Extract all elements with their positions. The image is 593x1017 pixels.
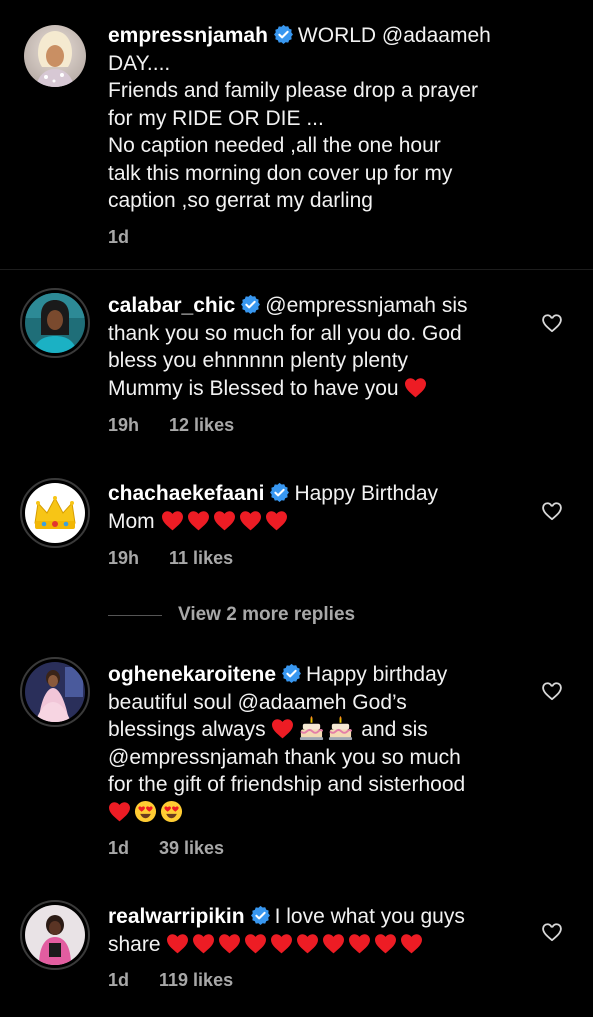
comment-meta: 19h 11 likes [108, 548, 233, 569]
comment-line: and sis [361, 718, 428, 741]
like-heart-icon[interactable] [541, 501, 563, 521]
red-heart-emoji-icon [265, 510, 288, 531]
avatar-empressnjamah[interactable] [24, 25, 86, 87]
comment-line: I love what you guys [274, 905, 465, 928]
comment-line: thank you so much for all you do. God [108, 321, 462, 345]
username[interactable]: chachaekefaani [108, 482, 264, 505]
comment-line: No caption needed ,all the one hour [108, 134, 441, 157]
comment-line: Mom [108, 509, 155, 533]
heart-eyes-emoji-icon [160, 800, 183, 823]
red-heart-emoji-icon [271, 718, 294, 739]
comment-meta: 1d 119 likes [108, 970, 233, 991]
verified-badge-icon [240, 294, 261, 315]
avatar-photo-icon [25, 905, 85, 965]
comment-caption: empressnjamah WORLD @adaameh DAY.... Frie… [0, 0, 593, 270]
red-heart-emoji-icon [213, 510, 236, 531]
red-heart-emoji-icon [270, 933, 293, 954]
avatar-photo-icon [25, 662, 85, 722]
red-heart-emoji-icon [218, 933, 241, 954]
verified-badge-icon [250, 905, 271, 926]
comment-line: for my RIDE OR DIE ... [108, 106, 324, 130]
birthday-cake-emoji-icon [299, 716, 324, 741]
comment-likes[interactable]: 12 likes [169, 415, 234, 435]
comment-line: Mummy is Blessed to have you [108, 376, 399, 400]
comment-line: beautiful soul @adaameh God’s [108, 690, 407, 714]
red-heart-emoji-icon [187, 510, 210, 531]
comment-line[interactable]: @empressnjamah sis [265, 294, 467, 317]
red-heart-emoji-icon [404, 377, 427, 398]
comment-text: oghenekaroitene Happy birthday beautiful … [108, 661, 538, 826]
verified-badge-icon [273, 24, 294, 45]
comment-text: chachaekefaani Happy Birthday Mom [108, 480, 528, 535]
verified-badge-icon [281, 663, 302, 684]
comment-meta: 19h 12 likes [108, 415, 234, 436]
username[interactable]: empressnjamah [108, 24, 268, 47]
comment-text: empressnjamah WORLD @adaameh DAY.... Frie… [108, 22, 548, 215]
red-heart-emoji-icon [108, 801, 131, 822]
comment-line: bless you ehnnnnn plenty plenty [108, 349, 409, 372]
comment-line: talk this morning don cover up for my [108, 161, 453, 185]
red-heart-emoji-icon [322, 933, 345, 954]
comment-meta: 1d [108, 227, 129, 248]
comment-meta: 1d 39 likes [108, 838, 224, 859]
avatar-realwarripikin[interactable] [20, 900, 90, 970]
replies-line [108, 614, 162, 616]
red-heart-emoji-icon [239, 510, 262, 531]
avatar-photo-icon [24, 25, 86, 87]
comment-time: 1d [108, 970, 130, 990]
red-heart-emoji-icon [244, 933, 267, 954]
red-heart-emoji-icon [400, 933, 423, 954]
comment-line: for the gift of friendship and sisterhoo… [108, 773, 466, 796]
comment-time: 19h [108, 548, 140, 568]
red-heart-emoji-icon [296, 933, 319, 954]
red-heart-emoji-icon [166, 933, 189, 954]
heart-eyes-emoji-icon [134, 800, 157, 823]
comment-time: 1d [108, 838, 130, 858]
avatar-photo-icon [25, 293, 85, 353]
username[interactable]: oghenekaroitene [108, 663, 276, 686]
comment-line: WORLD @adaameh [297, 24, 491, 47]
comment-time: 1d [108, 227, 130, 247]
avatar-calabar-chic[interactable] [20, 288, 90, 358]
comment-line: share [108, 932, 161, 956]
comment-line: Friends and family please drop a prayer [108, 79, 479, 102]
comment-line: caption ,so gerrat my darling [108, 189, 373, 212]
red-heart-emoji-icon [192, 933, 215, 954]
comment-line: Happy birthday [306, 663, 448, 686]
comment-line: blessings always [108, 718, 266, 741]
comment-likes[interactable]: 11 likes [169, 548, 233, 568]
red-heart-emoji-icon [161, 510, 184, 531]
caption-divider [0, 269, 593, 270]
red-heart-emoji-icon [348, 933, 371, 954]
birthday-cake-emoji-icon [328, 716, 353, 741]
comment-text: calabar_chic @empressnjamah sis thank you… [108, 292, 528, 402]
comment-line: @empressnjamah thank you so much [108, 745, 461, 769]
comment-line: DAY.... [108, 51, 171, 75]
username[interactable]: realwarripikin [108, 905, 245, 928]
like-heart-icon[interactable] [541, 922, 563, 942]
comment-likes[interactable]: 119 likes [159, 970, 233, 990]
comment-line: Happy Birthday [294, 482, 439, 505]
comment-likes[interactable]: 39 likes [159, 838, 224, 858]
view-more-replies-label[interactable]: View 2 more replies [178, 604, 355, 626]
comment-text: realwarripikin I love what you guys share [108, 903, 528, 958]
view-more-replies[interactable]: View 2 more replies [108, 603, 355, 627]
avatar-chachaekefaani[interactable] [20, 478, 90, 548]
red-heart-emoji-icon [374, 933, 397, 954]
like-heart-icon[interactable] [541, 681, 563, 701]
avatar-crown-icon [25, 483, 85, 543]
avatar-oghenekaroitene[interactable] [20, 657, 90, 727]
comment-time: 19h [108, 415, 140, 435]
verified-badge-icon [269, 482, 290, 503]
like-heart-icon[interactable] [541, 313, 563, 333]
username[interactable]: calabar_chic [108, 294, 235, 317]
